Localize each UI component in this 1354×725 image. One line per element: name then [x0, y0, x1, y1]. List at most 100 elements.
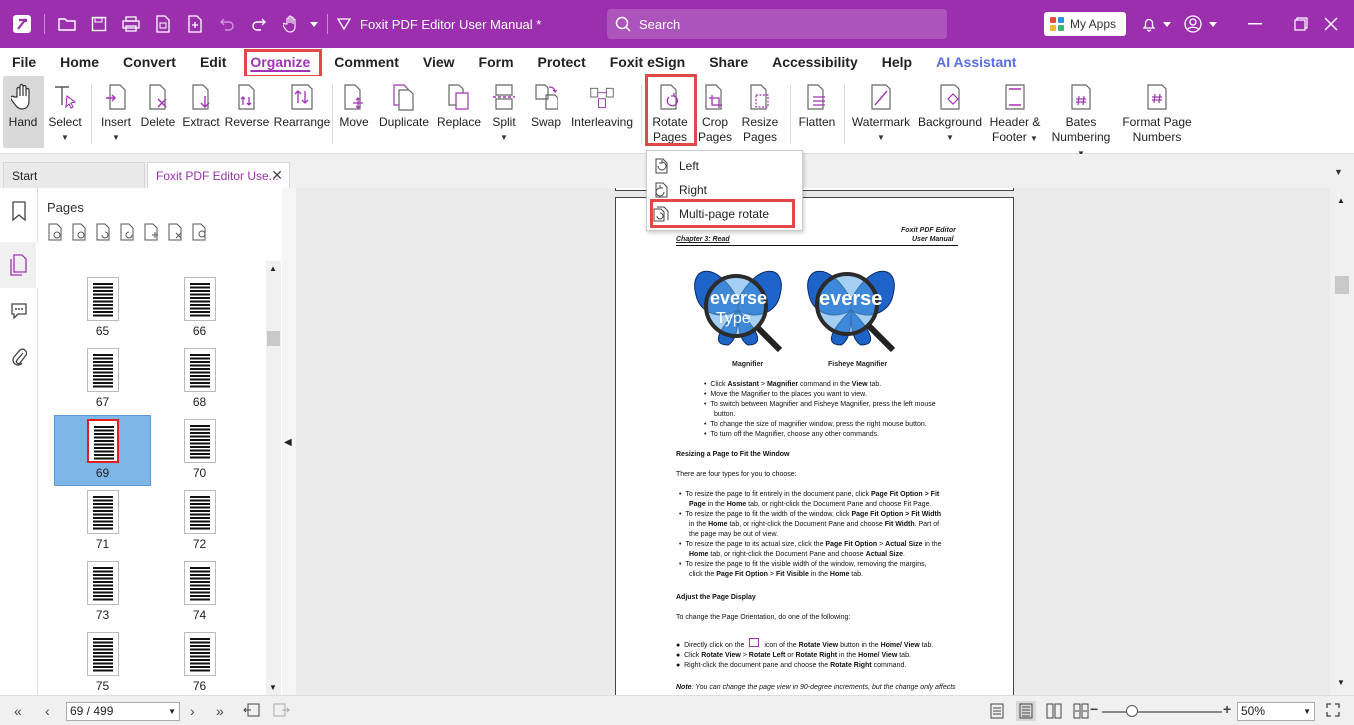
close-icon[interactable] — [1308, 0, 1354, 48]
menu-organize[interactable]: Organize — [242, 48, 318, 76]
save-icon[interactable] — [83, 8, 115, 40]
page-thumbnail[interactable]: 74 — [151, 558, 248, 629]
scroll-up-icon[interactable]: ▲ — [1337, 196, 1345, 205]
next-page-icon[interactable]: › — [190, 703, 195, 719]
scroll-thumb[interactable] — [1335, 276, 1349, 294]
delete-thumbnail-icon[interactable] — [167, 223, 185, 241]
continuous-facing-view-icon[interactable] — [1073, 703, 1089, 719]
chevron-down-icon[interactable] — [1206, 0, 1220, 48]
split-button[interactable]: Split ▼ — [490, 78, 518, 145]
swap-button[interactable]: Swap — [530, 78, 562, 130]
page-thumbnail[interactable]: 65 — [54, 274, 151, 345]
menu-edit[interactable]: Edit — [192, 48, 234, 76]
notifications-bell-icon[interactable] — [1136, 0, 1162, 48]
menu-comment[interactable]: Comment — [326, 48, 407, 76]
menu-accessibility[interactable]: Accessibility — [764, 48, 866, 76]
hand-tool-icon[interactable] — [275, 8, 307, 40]
print-icon[interactable] — [115, 8, 147, 40]
menu-form[interactable]: Form — [471, 48, 522, 76]
menu-file[interactable]: File — [4, 48, 44, 76]
convert-icon[interactable] — [147, 8, 179, 40]
menu-foxit-esign[interactable]: Foxit eSign — [602, 48, 693, 76]
page-thumbnail[interactable]: 73 — [54, 558, 151, 629]
menu-view[interactable]: View — [415, 48, 463, 76]
user-account-icon[interactable] — [1180, 0, 1206, 48]
menu-home[interactable]: Home — [52, 48, 107, 76]
page-thumbnail[interactable]: 72 — [151, 487, 248, 558]
last-page-icon[interactable]: » — [216, 703, 224, 719]
select-button[interactable]: Select ▼ — [48, 78, 82, 145]
attachment-icon[interactable] — [0, 334, 38, 380]
menu-help[interactable]: Help — [874, 48, 920, 76]
previous-page-icon[interactable]: ‹ — [45, 703, 50, 719]
interleaving-button[interactable]: Interleaving — [570, 78, 634, 130]
chevron-down-icon[interactable]: ▼ — [1303, 703, 1311, 720]
filter-icon[interactable] — [334, 8, 354, 40]
tab-document[interactable]: Foxit PDF Editor Use... ✕ — [147, 162, 290, 188]
previous-view-icon[interactable] — [243, 702, 261, 718]
bates-numbering-button[interactable]: Bates Numbering ▼ — [1047, 78, 1115, 161]
duplicate-button[interactable]: Duplicate — [378, 78, 430, 130]
collapse-panel-icon[interactable]: ◀ — [284, 437, 292, 448]
page-number-input[interactable]: 69 / 499 ▼ — [66, 702, 180, 721]
scroll-down-icon[interactable]: ▼ — [269, 683, 277, 692]
background-button[interactable]: Background ▼ — [918, 78, 982, 145]
zoom-out-icon[interactable]: − — [1090, 701, 1098, 717]
chevron-down-icon[interactable] — [1160, 0, 1174, 48]
open-folder-icon[interactable] — [51, 8, 83, 40]
flatten-button[interactable]: Flatten — [797, 78, 837, 130]
hand-button[interactable]: Hand — [7, 78, 39, 130]
page-thumbnail[interactable]: 68 — [151, 345, 248, 416]
close-tab-icon[interactable]: ✕ — [271, 167, 283, 184]
zoom-slider[interactable] — [1102, 711, 1222, 713]
rotate-pages-button[interactable]: Rotate Pages ▼ — [648, 78, 692, 161]
page-thumbnail-selected[interactable]: 69 — [54, 415, 151, 486]
chevron-down-icon[interactable] — [307, 8, 321, 40]
menu-protect[interactable]: Protect — [530, 48, 594, 76]
undo-icon[interactable] — [211, 8, 243, 40]
rotate-right-item[interactable]: Right — [653, 179, 707, 201]
minimize-icon[interactable] — [1232, 0, 1278, 48]
menu-ai-assistant[interactable]: AI Assistant — [928, 48, 1024, 76]
rotate-left-item[interactable]: Left — [653, 155, 699, 177]
next-view-icon[interactable] — [272, 702, 290, 718]
zoom-slider-knob[interactable] — [1126, 705, 1138, 717]
redo-icon[interactable] — [243, 8, 275, 40]
rearrange-button[interactable]: Rearrange — [274, 78, 330, 130]
search-box[interactable]: Search — [607, 9, 947, 39]
chevron-down-icon[interactable]: ▼ — [168, 703, 176, 720]
document-scrollbar[interactable]: ▲ ▼ — [1330, 188, 1354, 695]
move-button[interactable]: Move — [338, 78, 370, 130]
crop-pages-button[interactable]: Crop Pages — [698, 78, 732, 145]
resize-pages-button[interactable]: Resize Pages ▼ — [738, 78, 782, 161]
bookmark-icon[interactable] — [0, 188, 38, 234]
thumbnail-options-icon[interactable] — [191, 223, 209, 241]
page-thumbnail[interactable]: 75 — [54, 629, 151, 695]
zoom-out-thumbnail-icon[interactable] — [47, 223, 65, 241]
continuous-view-icon[interactable] — [1016, 701, 1036, 721]
scroll-down-icon[interactable]: ▼ — [1337, 678, 1345, 687]
single-page-view-icon[interactable] — [990, 703, 1004, 719]
rotate-left-thumbnail-icon[interactable] — [95, 223, 113, 241]
page-thumbnail[interactable]: 67 — [54, 345, 151, 416]
page-thumbnail[interactable]: 70 — [151, 416, 248, 487]
page-thumbnail[interactable]: 76 — [151, 629, 248, 695]
extract-button[interactable]: Extract — [182, 78, 220, 130]
reverse-button[interactable]: Reverse — [225, 78, 269, 130]
multi-page-rotate-item[interactable]: Multi-page rotate — [653, 203, 769, 225]
pages-panel-icon[interactable] — [0, 242, 38, 288]
facing-view-icon[interactable] — [1046, 703, 1062, 719]
pages-scrollbar[interactable]: ▲ ▼ — [266, 261, 281, 695]
tabs-dropdown-icon[interactable]: ▼ — [1334, 167, 1343, 177]
rotate-right-thumbnail-icon[interactable] — [119, 223, 137, 241]
zoom-in-icon[interactable]: + — [1223, 701, 1231, 717]
menu-convert[interactable]: Convert — [115, 48, 184, 76]
tab-start[interactable]: Start — [3, 162, 145, 188]
new-document-icon[interactable] — [179, 8, 211, 40]
page-thumbnail[interactable]: 71 — [54, 487, 151, 558]
delete-button[interactable]: Delete — [140, 78, 176, 130]
scroll-thumb[interactable] — [267, 331, 280, 346]
first-page-icon[interactable]: « — [14, 703, 22, 719]
header-footer-button[interactable]: Header & Footer ▼ — [989, 78, 1041, 146]
watermark-button[interactable]: Watermark ▼ — [852, 78, 910, 145]
